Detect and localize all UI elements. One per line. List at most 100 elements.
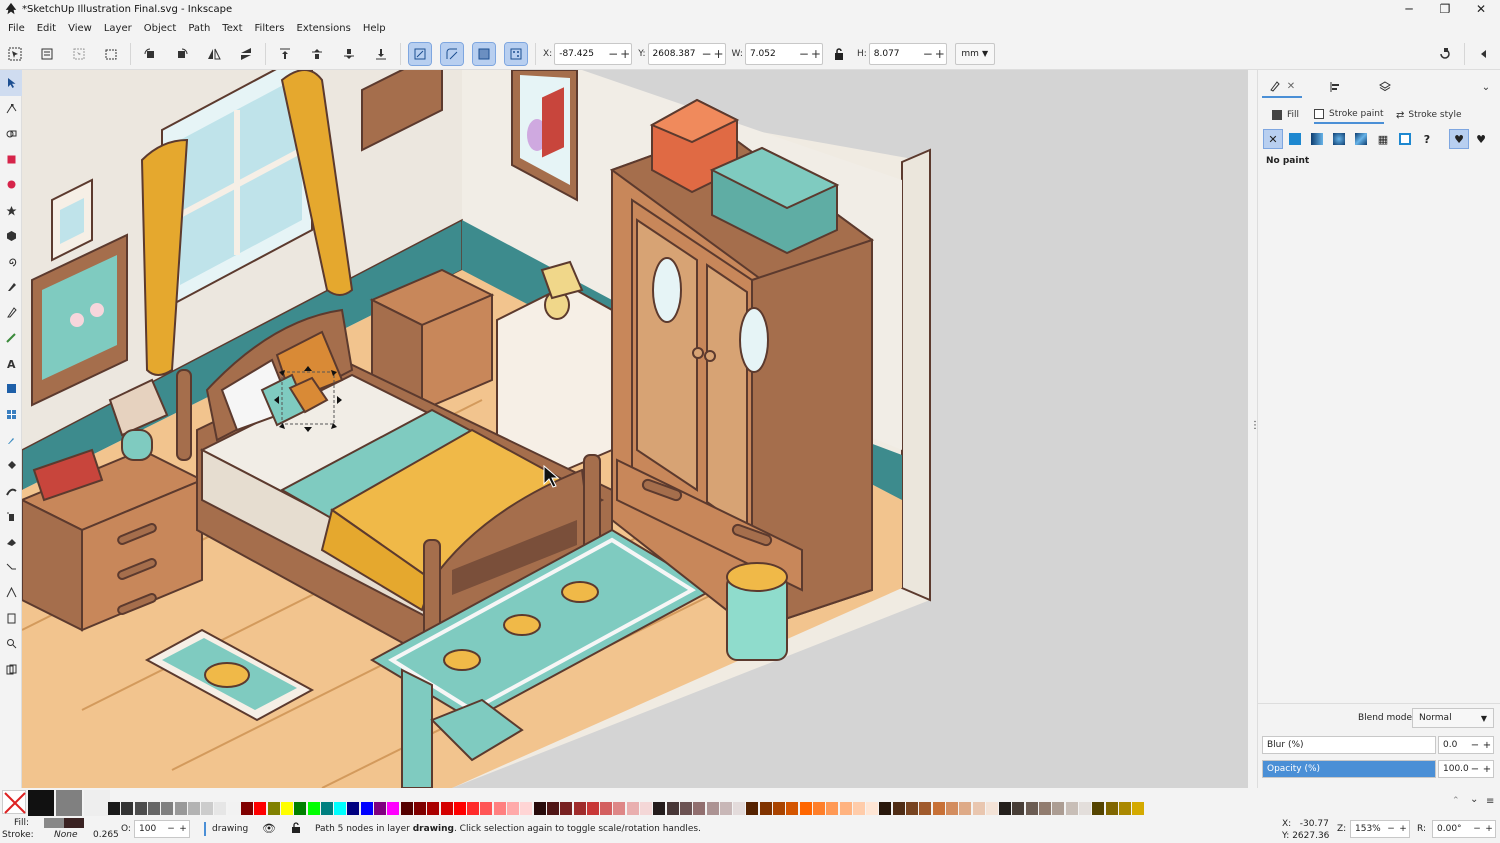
opacity-status-decrement-icon[interactable]: − (165, 824, 177, 834)
palette-swatch[interactable] (320, 802, 333, 815)
tool-paint-bucket-icon[interactable] (0, 453, 22, 479)
tool-spiral-icon[interactable] (0, 249, 22, 275)
palette-swatch[interactable] (294, 802, 307, 815)
fill-rule-nonzero-icon[interactable]: ♥ (1472, 130, 1490, 148)
tool-zoom-pages-icon[interactable] (0, 606, 22, 632)
rotate-ccw-icon[interactable] (139, 43, 161, 65)
zoom-increment-icon[interactable]: + (1397, 824, 1409, 834)
palette-swatch[interactable] (706, 802, 719, 815)
opacity-decrement-icon[interactable]: − (1469, 764, 1481, 775)
palette-swatch[interactable] (945, 802, 958, 815)
palette-swatch[interactable] (1118, 802, 1131, 815)
y-increment-icon[interactable]: + (713, 47, 725, 61)
palette-swatch[interactable] (147, 802, 160, 815)
tool-text-icon[interactable]: A (0, 351, 22, 377)
blur-decrement-icon[interactable]: − (1469, 740, 1481, 751)
palette-scroll-up-icon[interactable]: ⌃ (1452, 796, 1460, 806)
tool-pen-icon[interactable] (0, 274, 22, 300)
palette-menu-icon[interactable]: ≡ (1486, 796, 1494, 807)
opacity-increment-icon[interactable]: + (1481, 764, 1493, 775)
opacity-status-input[interactable]: 100 − + (134, 820, 190, 838)
tool-rectangle-icon[interactable] (0, 147, 22, 173)
palette-swatch[interactable] (108, 802, 120, 815)
palette-swatch[interactable] (972, 802, 985, 815)
deselect-icon[interactable] (68, 43, 90, 65)
palette-swatch[interactable] (307, 802, 320, 815)
width-decrement-icon[interactable]: − (798, 47, 810, 61)
select-all-icon[interactable] (4, 43, 26, 65)
tab-layers-and-objects[interactable] (1372, 76, 1398, 98)
tool-node-icon[interactable] (0, 96, 22, 122)
tool-connector-icon[interactable] (0, 555, 22, 581)
rotation-decrement-icon[interactable]: − (1471, 824, 1483, 834)
blur-increment-icon[interactable]: + (1481, 740, 1493, 751)
tool-zoom-icon[interactable] (0, 631, 22, 657)
palette-swatch[interactable] (613, 802, 626, 815)
palette-swatch[interactable] (227, 802, 240, 815)
palette-swatch[interactable] (121, 802, 134, 815)
palette-swatch[interactable] (640, 802, 652, 815)
palette-swatch-large[interactable] (84, 790, 110, 816)
tool-shape-builder-icon[interactable] (0, 121, 22, 147)
snap-toggle-icon[interactable] (1434, 43, 1456, 65)
palette-swatch[interactable] (440, 802, 453, 815)
zoom-decrement-icon[interactable]: − (1385, 824, 1397, 834)
rotation-input[interactable]: 0.00° − + (1432, 820, 1496, 838)
palette-swatch[interactable] (1092, 802, 1105, 815)
palette-swatch[interactable] (666, 802, 679, 815)
radial-gradient-icon[interactable] (1330, 130, 1348, 148)
palette-swatch[interactable] (1025, 802, 1038, 815)
palette-swatch[interactable] (1065, 802, 1078, 815)
stroke-indicator-value[interactable]: None (54, 830, 77, 840)
no-color-swatch-icon[interactable] (2, 790, 26, 814)
palette-swatch[interactable] (134, 802, 147, 815)
tool-eraser-icon[interactable] (0, 529, 22, 555)
lower-to-bottom-icon[interactable] (370, 43, 392, 65)
palette-swatch[interactable] (507, 802, 519, 815)
restore-icon[interactable]: ❐ (1428, 0, 1462, 18)
unset-paint-icon[interactable]: ? (1418, 130, 1436, 148)
tool-tweak-icon[interactable] (0, 478, 22, 504)
panel-splitter[interactable]: ⋮ (1248, 70, 1260, 788)
palette-swatch[interactable] (546, 802, 559, 815)
palette-swatch[interactable] (959, 802, 972, 815)
palette-swatch[interactable] (573, 802, 586, 815)
palette-swatch[interactable] (906, 802, 918, 815)
tool-ellipse-icon[interactable] (0, 172, 22, 198)
palette-swatch[interactable] (879, 802, 892, 815)
palette-swatch[interactable] (719, 802, 732, 815)
opacity-slider[interactable]: Opacity (%) (1262, 760, 1436, 778)
palette-swatch[interactable] (932, 802, 945, 815)
current-layer-name[interactable]: drawing (212, 824, 248, 834)
palette-swatch[interactable] (360, 802, 373, 815)
close-window-icon[interactable]: ✕ (1464, 0, 1498, 18)
palette-swatch[interactable] (347, 802, 360, 815)
palette-swatch[interactable] (387, 802, 400, 815)
palette-swatch[interactable] (280, 802, 293, 815)
palette-swatch[interactable] (1039, 802, 1051, 815)
raise-icon[interactable] (306, 43, 328, 65)
palette-swatch[interactable] (799, 802, 812, 815)
height-decrement-icon[interactable]: − (922, 47, 934, 61)
palette-swatch[interactable] (214, 802, 227, 815)
menu-edit[interactable]: Edit (31, 23, 62, 34)
palette-swatch[interactable] (1105, 802, 1118, 815)
palette-swatch[interactable] (453, 802, 466, 815)
palette-swatch[interactable] (653, 802, 666, 815)
menu-extensions[interactable]: Extensions (291, 23, 357, 34)
tab-fill-and-stroke[interactable]: ✕ (1262, 76, 1302, 98)
palette-swatch-large[interactable] (56, 790, 82, 816)
palette-swatch[interactable] (1052, 802, 1065, 815)
height-input[interactable]: 8.077 (870, 49, 922, 59)
stroke-width-value[interactable]: 0.265 (93, 830, 119, 840)
palette-swatch[interactable] (334, 802, 347, 815)
layer-visibility-eye-icon[interactable]: 👁 (262, 822, 276, 835)
palette-scroll-down-icon[interactable]: ⌄ (1470, 794, 1478, 805)
tab-stroke-paint[interactable]: Stroke paint (1314, 106, 1384, 124)
height-increment-icon[interactable]: + (934, 47, 946, 61)
palette-swatch[interactable] (839, 802, 852, 815)
palette-swatch[interactable] (746, 802, 759, 815)
blend-mode-select[interactable]: Normal ▼ (1412, 708, 1494, 728)
palette-swatch[interactable] (919, 802, 932, 815)
tool-pages-icon[interactable] (0, 657, 22, 683)
